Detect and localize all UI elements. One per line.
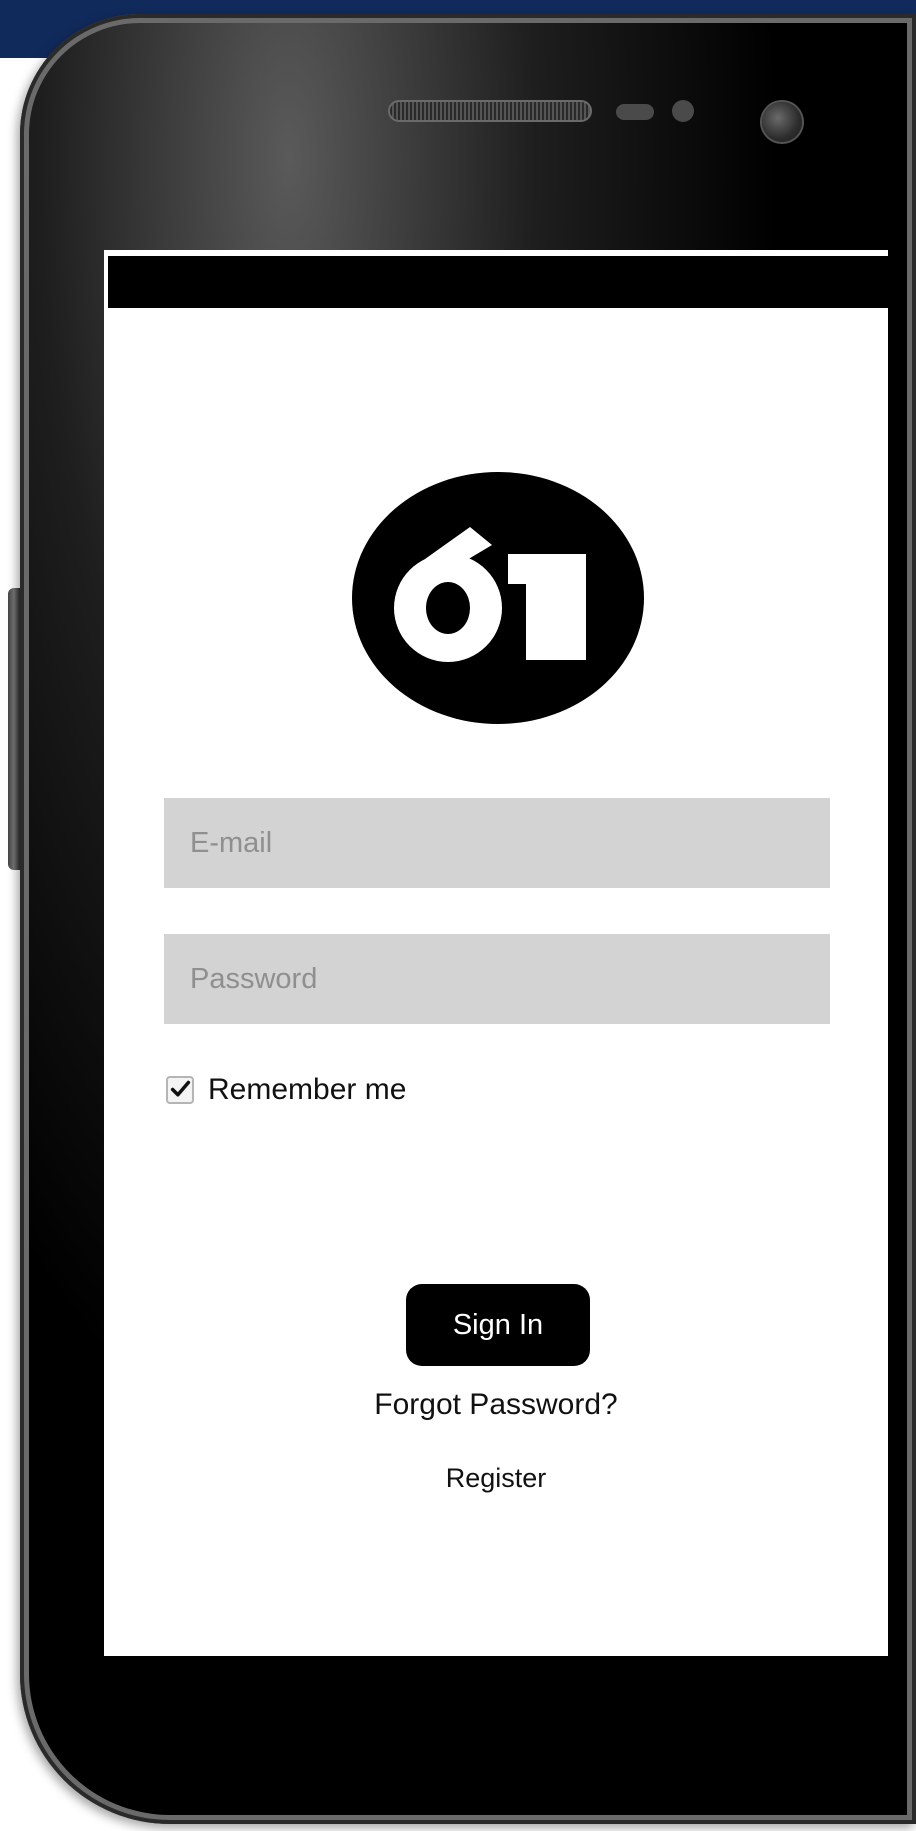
phone-frame: Remember me Sign In Forgot Password? Reg… (20, 14, 916, 1824)
password-field[interactable] (164, 934, 830, 1024)
phone-side-button (8, 588, 20, 870)
speaker-grille (388, 100, 592, 122)
remember-me-checkbox[interactable] (166, 1076, 194, 1104)
status-bar (108, 256, 888, 308)
app-screen: Remember me Sign In Forgot Password? Reg… (104, 250, 888, 1656)
forgot-password-link[interactable]: Forgot Password? (104, 1388, 888, 1422)
light-sensor (672, 100, 694, 122)
app-logo (352, 472, 644, 724)
front-camera-icon (762, 102, 802, 142)
register-link[interactable]: Register (104, 1463, 888, 1494)
proximity-sensor (616, 104, 654, 120)
remember-me-row[interactable]: Remember me (166, 1072, 406, 1108)
email-field[interactable] (164, 798, 830, 888)
sign-in-button[interactable]: Sign In (406, 1284, 590, 1366)
logo-61-icon (352, 472, 644, 724)
checkmark-icon (170, 1080, 191, 1097)
remember-me-label: Remember me (208, 1073, 407, 1106)
